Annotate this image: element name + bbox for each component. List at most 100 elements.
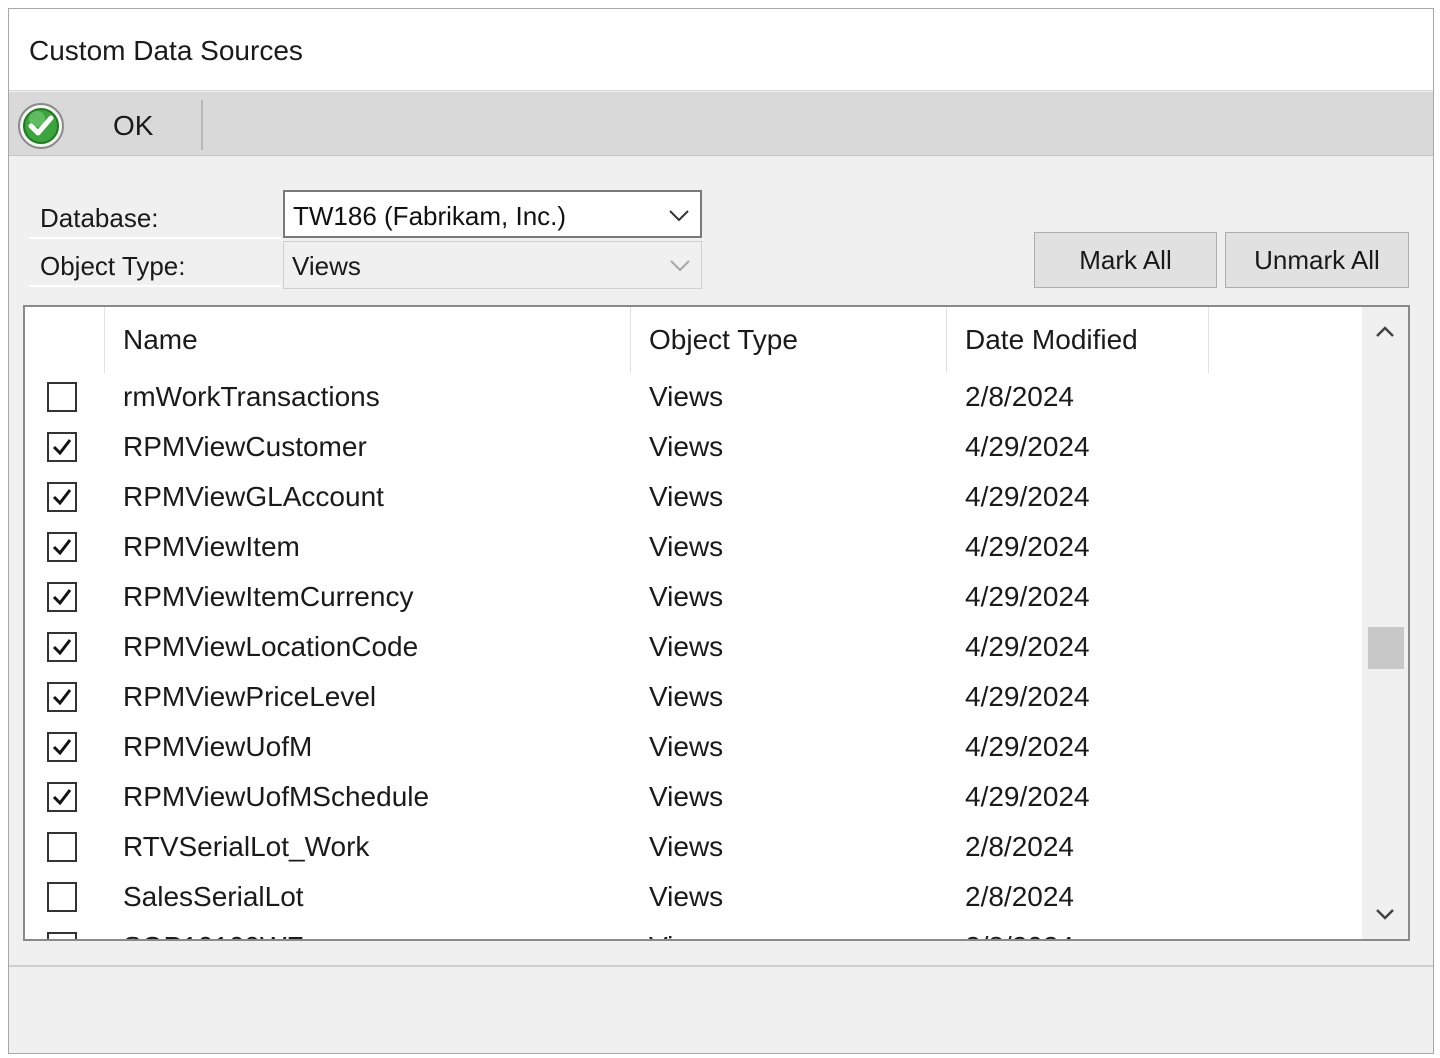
row-object-type: Views [649, 481, 724, 512]
row-object-type: Views [649, 931, 723, 939]
row-date-modified: 4/29/2024 [965, 531, 1090, 562]
header-checkbox-column[interactable] [25, 307, 105, 373]
chevron-up-icon [1376, 326, 1394, 337]
row-object-type: Views [649, 681, 724, 712]
title-bar: Custom Data Sources [9, 9, 1433, 91]
header-object-type[interactable]: Object Type [631, 307, 947, 373]
chevron-down-icon [1376, 909, 1394, 920]
row-checkbox[interactable] [47, 882, 77, 912]
table-row[interactable]: RPMViewCustomer Views 4/29/2024 [25, 423, 1361, 473]
row-object-type: Views [649, 381, 724, 412]
row-checkbox[interactable] [47, 532, 77, 562]
content-area: Database: TW186 (Fabrikam, Inc.) Object … [9, 157, 1433, 967]
grid-header: Name Object Type Date Modified [25, 307, 1361, 373]
table-row[interactable]: RPMViewPriceLevel Views 4/29/2024 [25, 673, 1361, 723]
row-object-type: Views [649, 881, 724, 912]
row-name: RPMViewUofM [123, 731, 313, 762]
ok-button[interactable]: OK [13, 98, 193, 150]
row-date-modified: 4/29/2024 [965, 731, 1090, 762]
row-object-type: Views [649, 831, 724, 862]
grid-rows: rmWorkTransactions Views 2/8/2024 RPMViewCu… [25, 373, 1361, 939]
mark-all-button[interactable]: Mark All [1034, 232, 1217, 288]
checkmark-icon [52, 639, 72, 656]
toolbar: OK [9, 92, 1433, 156]
table-row[interactable]: RTVSerialLot_Work Views 2/8/2024 [25, 823, 1361, 873]
table-row[interactable]: SOP10100WF Views 2/8/2024 [25, 923, 1361, 939]
checkmark-icon [52, 489, 72, 506]
object-type-label: Object Type: [29, 241, 281, 287]
row-checkbox[interactable] [47, 582, 77, 612]
row-date-modified: 4/29/2024 [965, 581, 1090, 612]
row-date-modified: 2/8/2024 [965, 381, 1074, 412]
custom-data-sources-window: Custom Data Sources OK Database: TW186 (… [8, 8, 1434, 1054]
row-object-type: Views [649, 731, 724, 762]
row-object-type: Views [649, 631, 724, 662]
row-checkbox[interactable] [47, 932, 77, 939]
row-date-modified: 4/29/2024 [965, 481, 1090, 512]
chevron-down-icon [670, 260, 690, 272]
database-dropdown[interactable]: TW186 (Fabrikam, Inc.) [283, 190, 702, 238]
scroll-down-button[interactable] [1362, 889, 1408, 939]
row-checkbox[interactable] [47, 832, 77, 862]
row-name: rmWorkTransactions [123, 381, 380, 412]
checkmark-icon [52, 789, 72, 806]
object-type-dropdown[interactable]: Views [283, 241, 702, 289]
row-name: RPMViewGLAccount [123, 481, 384, 512]
row-object-type: Views [649, 581, 724, 612]
row-checkbox[interactable] [47, 732, 77, 762]
toolbar-separator [201, 100, 203, 150]
checkmark-icon [52, 739, 72, 756]
row-date-modified: 4/29/2024 [965, 631, 1090, 662]
row-date-modified: 4/29/2024 [965, 431, 1090, 462]
row-name: RPMViewLocationCode [123, 631, 419, 662]
row-date-modified: 4/29/2024 [965, 781, 1090, 812]
row-object-type: Views [649, 781, 724, 812]
database-value: TW186 (Fabrikam, Inc.) [293, 201, 567, 231]
unmark-all-button[interactable]: Unmark All [1225, 232, 1409, 288]
row-object-type: Views [649, 531, 724, 562]
scroll-thumb[interactable] [1368, 627, 1404, 669]
table-row[interactable]: RPMViewItem Views 4/29/2024 [25, 523, 1361, 573]
ok-label: OK [113, 110, 154, 141]
row-checkbox[interactable] [47, 632, 77, 662]
scroll-up-button[interactable] [1362, 307, 1408, 357]
object-type-value: Views [292, 251, 361, 281]
checkmark-icon [52, 589, 72, 606]
vertical-scrollbar[interactable] [1362, 307, 1408, 939]
data-sources-grid: Name Object Type Date Modified rmWorkTra… [23, 305, 1410, 941]
table-row[interactable]: RPMViewItemCurrency Views 4/29/2024 [25, 573, 1361, 623]
table-row[interactable]: rmWorkTransactions Views 2/8/2024 [25, 373, 1361, 423]
table-row[interactable]: RPMViewLocationCode Views 4/29/2024 [25, 623, 1361, 673]
checkmark-icon [52, 539, 72, 556]
row-checkbox[interactable] [47, 482, 77, 512]
window-title: Custom Data Sources [29, 35, 303, 66]
row-date-modified: 2/8/2024 [965, 831, 1074, 862]
row-date-modified: 4/29/2024 [965, 681, 1090, 712]
checkmark-icon [52, 439, 72, 456]
database-label: Database: [29, 193, 281, 239]
header-name[interactable]: Name [105, 307, 631, 373]
row-checkbox[interactable] [47, 382, 77, 412]
row-name: RPMViewCustomer [123, 431, 367, 462]
row-date-modified: 2/8/2024 [965, 931, 1074, 939]
row-name: RPMViewUofMSchedule [123, 781, 430, 812]
row-name: SOP10100WF [123, 931, 304, 939]
row-checkbox[interactable] [47, 682, 77, 712]
table-row[interactable]: RPMViewGLAccount Views 4/29/2024 [25, 473, 1361, 523]
row-name: RPMViewItem [123, 531, 300, 562]
table-row[interactable]: RPMViewUofMSchedule Views 4/29/2024 [25, 773, 1361, 823]
row-checkbox[interactable] [47, 432, 77, 462]
row-checkbox[interactable] [47, 782, 77, 812]
row-date-modified: 2/8/2024 [965, 881, 1074, 912]
checkmark-icon [52, 689, 72, 706]
row-name: RTVSerialLot_Work [123, 831, 370, 862]
header-date-modified[interactable]: Date Modified [947, 307, 1209, 373]
table-row[interactable]: RPMViewUofM Views 4/29/2024 [25, 723, 1361, 773]
row-name: SalesSerialLot [123, 881, 304, 912]
table-row[interactable]: SalesSerialLot Views 2/8/2024 [25, 873, 1361, 923]
row-object-type: Views [649, 431, 724, 462]
row-name: RPMViewItemCurrency [123, 581, 414, 612]
green-checkmark-icon [18, 103, 64, 149]
row-name: RPMViewPriceLevel [123, 681, 377, 712]
chevron-down-icon [669, 210, 689, 222]
